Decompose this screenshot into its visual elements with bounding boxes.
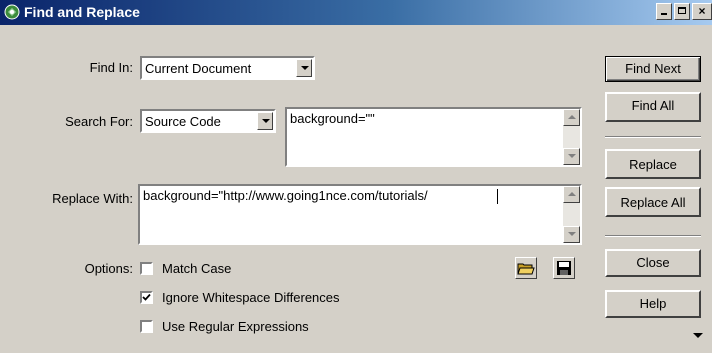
search-text: background="" xyxy=(290,111,375,126)
find-in-dropdown-button[interactable] xyxy=(296,59,312,77)
search-for-label: Search For: xyxy=(65,114,133,129)
find-in-value: Current Document xyxy=(145,61,252,76)
ignore-whitespace-checkbox[interactable] xyxy=(140,291,153,304)
save-query-button[interactable] xyxy=(553,257,575,279)
close-window-button[interactable]: × xyxy=(692,3,712,20)
find-all-button[interactable]: Find All xyxy=(605,92,701,122)
search-type-dropdown-button[interactable] xyxy=(257,112,273,130)
search-text-area[interactable]: background="" xyxy=(285,107,582,167)
chevron-up-icon xyxy=(568,192,576,196)
find-next-button[interactable]: Find Next xyxy=(605,56,701,82)
match-case-checkbox[interactable] xyxy=(140,262,153,275)
chevron-down-icon xyxy=(301,66,309,70)
regex-label[interactable]: Use Regular Expressions xyxy=(162,319,309,334)
search-scrollbar[interactable] xyxy=(563,109,580,165)
checkmark-icon xyxy=(142,293,151,301)
scroll-up-button[interactable] xyxy=(563,186,580,203)
options-label: Options: xyxy=(84,261,133,276)
help-button[interactable]: Help xyxy=(605,290,701,318)
ignore-whitespace-label[interactable]: Ignore Whitespace Differences xyxy=(162,290,340,305)
title-bar[interactable]: Find and Replace × xyxy=(0,0,712,25)
minimize-button[interactable] xyxy=(656,3,672,20)
search-type-value: Source Code xyxy=(145,114,221,129)
chevron-down-icon xyxy=(262,119,270,123)
maximize-icon xyxy=(678,7,686,14)
scroll-up-button[interactable] xyxy=(563,109,580,126)
close-icon: × xyxy=(698,4,706,18)
find-in-label: Find In: xyxy=(89,60,133,75)
replace-all-button[interactable]: Replace All xyxy=(605,187,701,217)
chevron-up-icon xyxy=(568,115,576,119)
chevron-down-icon xyxy=(568,154,576,158)
text-cursor xyxy=(497,189,498,204)
minimize-icon xyxy=(661,13,667,15)
find-replace-window: Find and Replace × Find In: Current Docu… xyxy=(0,0,712,353)
app-icon xyxy=(4,4,20,20)
open-folder-icon xyxy=(517,263,535,275)
save-disk-icon xyxy=(557,261,571,275)
maximize-button[interactable] xyxy=(674,3,690,20)
replace-scrollbar[interactable] xyxy=(563,186,580,243)
replace-text-area[interactable]: background="http://www.going1nce.com/tut… xyxy=(138,184,582,245)
replace-button[interactable]: Replace xyxy=(605,149,701,179)
close-button[interactable]: Close xyxy=(605,249,701,277)
regex-checkbox[interactable] xyxy=(140,320,153,333)
window-title: Find and Replace xyxy=(24,4,140,20)
button-divider xyxy=(605,235,701,237)
match-case-label[interactable]: Match Case xyxy=(162,261,231,276)
replace-with-label: Replace With: xyxy=(52,191,133,206)
chevron-down-icon xyxy=(568,232,576,236)
find-in-dropdown[interactable]: Current Document xyxy=(140,56,315,80)
search-type-dropdown[interactable]: Source Code xyxy=(140,109,276,133)
scroll-down-button[interactable] xyxy=(563,148,580,165)
expand-arrow-icon[interactable] xyxy=(693,333,703,338)
replace-text: background="http://www.going1nce.com/tut… xyxy=(143,188,428,203)
load-query-button[interactable] xyxy=(515,257,537,279)
scroll-down-button[interactable] xyxy=(563,226,580,243)
button-divider xyxy=(605,136,701,138)
